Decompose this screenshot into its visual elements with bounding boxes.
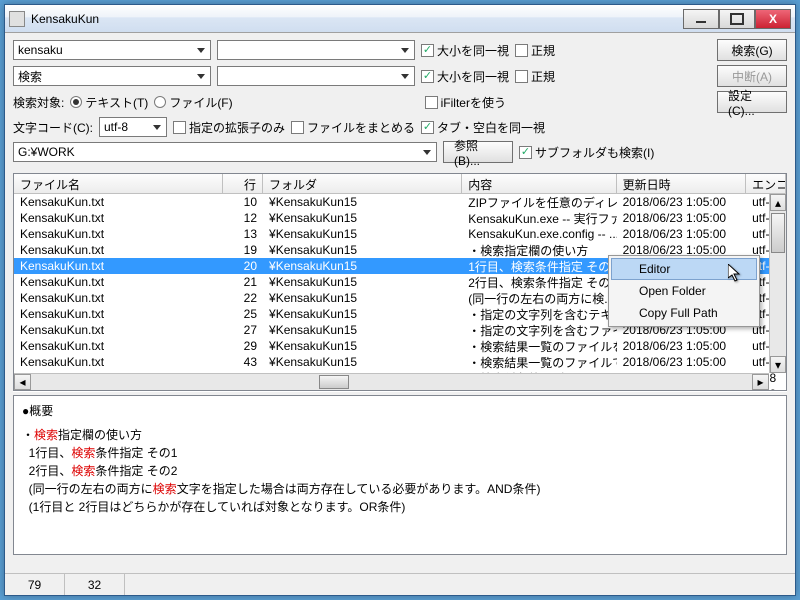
- extonly-checkbox[interactable]: 指定の拡張子のみ: [173, 119, 285, 136]
- chevron-down-icon[interactable]: [397, 42, 413, 58]
- scroll-thumb[interactable]: [771, 213, 785, 253]
- preview-line: (1行目と 2行目はどちらかが存在していれば対象となります。OR条件): [22, 498, 778, 516]
- status-cell-1: 79: [5, 574, 65, 595]
- titlebar[interactable]: KensakuKun X: [5, 5, 795, 33]
- menu-copy-path[interactable]: Copy Full Path: [611, 302, 757, 324]
- case-checkbox-1[interactable]: 大小を同一視: [421, 42, 509, 59]
- preview-line: ・検索指定欄の使い方: [22, 426, 778, 444]
- col-line[interactable]: 行: [223, 174, 263, 193]
- settings-button[interactable]: 設定(C)...: [717, 91, 787, 113]
- search-button[interactable]: 検索(G): [717, 39, 787, 61]
- vertical-scrollbar[interactable]: ▴▾: [769, 194, 786, 373]
- app-icon: [9, 11, 25, 27]
- encoding-combo[interactable]: utf-8: [99, 117, 167, 137]
- browse-button[interactable]: 参照(B)...: [443, 141, 513, 163]
- table-row[interactable]: KensakuKun.txt13¥KensakuKun15KensakuKun.…: [14, 226, 786, 242]
- case-checkbox-2[interactable]: 大小を同一視: [421, 68, 509, 85]
- minimize-button[interactable]: [683, 9, 719, 29]
- keyword2b-combo[interactable]: [217, 66, 415, 86]
- col-content[interactable]: 内容: [462, 174, 616, 193]
- horizontal-scrollbar[interactable]: ◂▸: [14, 373, 769, 390]
- status-bar: 79 32: [5, 573, 795, 595]
- preview-pane[interactable]: ●概要 ・検索指定欄の使い方 1行目、検索条件指定 その1 2行目、検索条件指定…: [13, 395, 787, 555]
- abort-button[interactable]: 中断(A): [717, 65, 787, 87]
- chevron-down-icon[interactable]: [193, 42, 209, 58]
- menu-open-folder[interactable]: Open Folder: [611, 280, 757, 302]
- preview-line: 2行目、検索条件指定 その2: [22, 462, 778, 480]
- ifilter-checkbox[interactable]: iFilterを使う: [425, 94, 506, 111]
- scroll-thumb[interactable]: [319, 375, 349, 389]
- table-row[interactable]: KensakuKun.txt12¥KensakuKun15KensakuKun.…: [14, 210, 786, 226]
- table-row[interactable]: KensakuKun.txt43¥KensakuKun15・検索結果一覧のファイ…: [14, 354, 786, 370]
- scroll-up-icon[interactable]: ▴: [770, 194, 786, 211]
- context-menu: Editor Open Folder Copy Full Path: [608, 255, 760, 327]
- chevron-down-icon[interactable]: [149, 119, 165, 135]
- grid-header[interactable]: ファイル名 行 フォルダ 内容 更新日時 エンコー: [14, 174, 786, 194]
- window-title: KensakuKun: [31, 12, 683, 26]
- scroll-right-icon[interactable]: ▸: [752, 374, 769, 390]
- col-file[interactable]: ファイル名: [14, 174, 223, 193]
- preview-line: (同一行の左右の両方に検索文字を指定した場合は両方存在している必要があります。A…: [22, 480, 778, 498]
- regex-checkbox-1[interactable]: 正規: [515, 42, 555, 59]
- chevron-down-icon[interactable]: [419, 144, 435, 160]
- table-row[interactable]: KensakuKun.txt29¥KensakuKun15・検索結果一覧のファイ…: [14, 338, 786, 354]
- table-row[interactable]: KensakuKun.txt10¥KensakuKun15ZIPファイルを任意の…: [14, 194, 786, 210]
- preview-line: 1行目、検索条件指定 その1: [22, 444, 778, 462]
- subfolder-checkbox[interactable]: サブフォルダも検索(I): [519, 144, 654, 161]
- tabspace-checkbox[interactable]: タブ・空白を同一視: [421, 119, 545, 136]
- chevron-down-icon[interactable]: [397, 68, 413, 84]
- chevron-down-icon[interactable]: [193, 68, 209, 84]
- close-button[interactable]: X: [755, 9, 791, 29]
- folder-combo[interactable]: G:¥WORK: [13, 142, 437, 162]
- menu-editor[interactable]: Editor: [611, 258, 757, 280]
- col-date[interactable]: 更新日時: [617, 174, 747, 193]
- target-label: 検索対象:: [13, 94, 64, 111]
- keyword2-combo[interactable]: 検索: [13, 66, 211, 86]
- target-text-radio[interactable]: テキスト(T): [70, 94, 148, 111]
- preview-line: ●概要: [22, 402, 778, 420]
- status-cell-2: 32: [65, 574, 125, 595]
- col-folder[interactable]: フォルダ: [263, 174, 462, 193]
- maximize-button[interactable]: [719, 9, 755, 29]
- keyword1-combo[interactable]: kensaku: [13, 40, 211, 60]
- encoding-label: 文字コード(C):: [13, 119, 93, 136]
- keyword1b-combo[interactable]: [217, 40, 415, 60]
- scroll-left-icon[interactable]: ◂: [14, 374, 31, 390]
- target-file-radio[interactable]: ファイル(F): [154, 94, 232, 111]
- col-enc[interactable]: エンコー: [746, 174, 786, 193]
- regex-checkbox-2[interactable]: 正規: [515, 68, 555, 85]
- scroll-down-icon[interactable]: ▾: [770, 356, 786, 373]
- groupfiles-checkbox[interactable]: ファイルをまとめる: [291, 119, 415, 136]
